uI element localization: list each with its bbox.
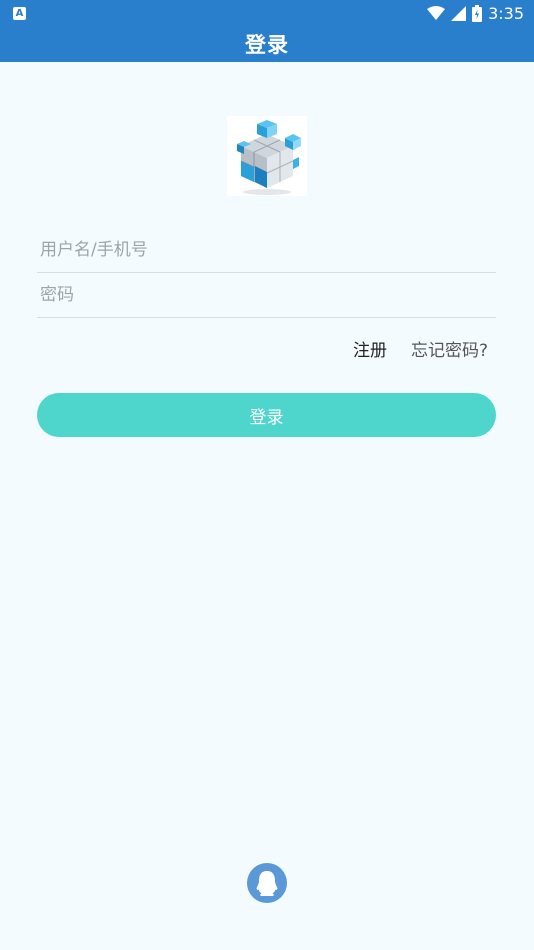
login-button[interactable]: 登录 (37, 393, 496, 437)
username-field (37, 228, 496, 273)
battery-icon (472, 4, 483, 22)
qq-icon (256, 871, 278, 896)
status-icons: 3:35 (427, 3, 524, 23)
cube-logo-icon (237, 120, 301, 195)
signal-icon (451, 5, 467, 21)
page-title: 登录 (245, 33, 289, 57)
app-bar: 登录 (0, 26, 534, 62)
username-input[interactable] (40, 228, 480, 272)
password-input[interactable] (40, 273, 480, 317)
app-logo (227, 116, 307, 196)
auth-links: 注册 忘记密码? (353, 336, 488, 361)
app-notification-icon: A (13, 7, 26, 20)
status-time: 3:35 (488, 3, 524, 23)
register-link[interactable]: 注册 (353, 336, 387, 361)
forgot-password-link[interactable]: 忘记密码? (411, 336, 488, 361)
qq-login-button[interactable] (247, 863, 287, 903)
status-bar: A 3:35 (0, 0, 534, 26)
wifi-icon (427, 6, 446, 20)
password-field (37, 273, 496, 318)
